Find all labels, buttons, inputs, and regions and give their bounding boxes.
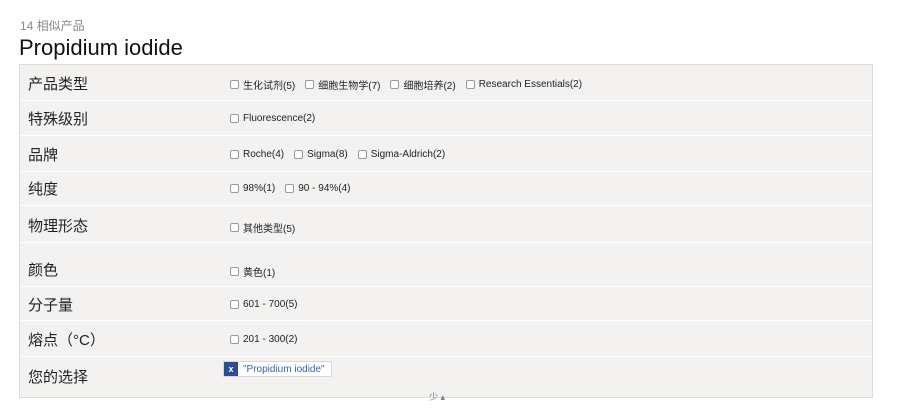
filter-option[interactable]: 98%(1) bbox=[230, 183, 275, 194]
filter-option[interactable]: 生化试剂(5) bbox=[230, 77, 295, 92]
filter-row-color: 颜色 黄色(1) bbox=[20, 242, 872, 287]
selection-row: 您的选择 x "Propidium iodide" bbox=[20, 356, 872, 388]
filter-option[interactable]: 其他类型(5) bbox=[230, 220, 295, 235]
selection-label: 您的选择 bbox=[28, 369, 89, 386]
result-count: 14 相似产品 bbox=[20, 19, 85, 33]
filter-label: 分子量 bbox=[28, 297, 74, 314]
checkbox[interactable] bbox=[230, 80, 239, 89]
filter-option[interactable]: Sigma-Aldrich(2) bbox=[357, 149, 445, 160]
selected-filter-chip: x "Propidium iodide" bbox=[223, 361, 332, 377]
filter-option[interactable]: 201 - 300(2) bbox=[230, 334, 297, 345]
checkbox[interactable] bbox=[357, 150, 367, 159]
filter-panel: 产品类型 生化试剂(5) 细胞生物学(7) 细胞培养(2) Research E… bbox=[19, 64, 873, 402]
filter-option[interactable]: 黄色(1) bbox=[230, 264, 275, 279]
filter-label: 纯度 bbox=[28, 181, 59, 198]
checkbox[interactable] bbox=[230, 267, 239, 276]
filter-option[interactable]: 细胞培养(2) bbox=[390, 77, 456, 92]
collapse-toggle[interactable]: 少 ▴ bbox=[429, 390, 445, 403]
remove-filter-button[interactable]: x bbox=[224, 362, 238, 376]
filter-row-product-type: 产品类型 生化试剂(5) 细胞生物学(7) 细胞培养(2) Research E… bbox=[20, 65, 872, 101]
filter-option[interactable]: 90 - 94%(4) bbox=[285, 183, 351, 194]
collapse-label: 少 bbox=[429, 392, 439, 402]
checkbox[interactable] bbox=[230, 114, 239, 123]
checkbox[interactable] bbox=[230, 184, 239, 193]
checkbox[interactable] bbox=[285, 184, 295, 193]
filter-label: 颜色 bbox=[28, 262, 59, 279]
checkbox[interactable] bbox=[305, 80, 315, 89]
filter-option[interactable]: Fluorescence(2) bbox=[230, 113, 315, 124]
filter-row-brand: 品牌 Roche(4) Sigma(8) Sigma-Aldrich(2) bbox=[20, 135, 872, 172]
checkbox[interactable] bbox=[294, 150, 304, 159]
filter-option[interactable]: 601 - 700(5) bbox=[230, 299, 297, 310]
checkbox[interactable] bbox=[230, 335, 239, 344]
filter-row-molecular-weight: 分子量 601 - 700(5) bbox=[20, 286, 872, 321]
checkbox[interactable] bbox=[230, 150, 239, 159]
checkbox[interactable] bbox=[390, 80, 400, 89]
filter-label: 特殊级别 bbox=[28, 111, 89, 128]
checkbox[interactable] bbox=[465, 80, 475, 89]
filter-row-melting-point: 熔点（°C） 201 - 300(2) bbox=[20, 320, 872, 357]
filter-row-special-grade: 特殊级别 Fluorescence(2) bbox=[20, 100, 872, 136]
selected-filter-text: "Propidium iodide" bbox=[243, 363, 325, 375]
filter-row-purity: 纯度 98%(1) 90 - 94%(4) bbox=[20, 171, 872, 206]
filter-option[interactable]: Roche(4) bbox=[230, 149, 284, 160]
filter-option[interactable]: Sigma(8) bbox=[294, 149, 348, 160]
filter-row-physical-form: 物理形态 其他类型(5) bbox=[20, 205, 872, 243]
checkbox[interactable] bbox=[230, 300, 239, 309]
filter-label: 品牌 bbox=[28, 147, 59, 164]
checkbox[interactable] bbox=[230, 223, 239, 232]
product-filter-page: 14 相似产品 Propidium iodide 产品类型 生化试剂(5) 细胞… bbox=[0, 0, 900, 415]
filter-label: 物理形态 bbox=[28, 218, 89, 235]
filter-label: 产品类型 bbox=[28, 76, 89, 93]
caret-up-icon: ▴ bbox=[440, 392, 446, 402]
filter-option[interactable]: 细胞生物学(7) bbox=[305, 77, 380, 92]
filter-label: 熔点（°C） bbox=[28, 332, 105, 349]
page-title: Propidium iodide bbox=[19, 35, 183, 60]
filter-option[interactable]: Research Essentials(2) bbox=[465, 79, 582, 90]
